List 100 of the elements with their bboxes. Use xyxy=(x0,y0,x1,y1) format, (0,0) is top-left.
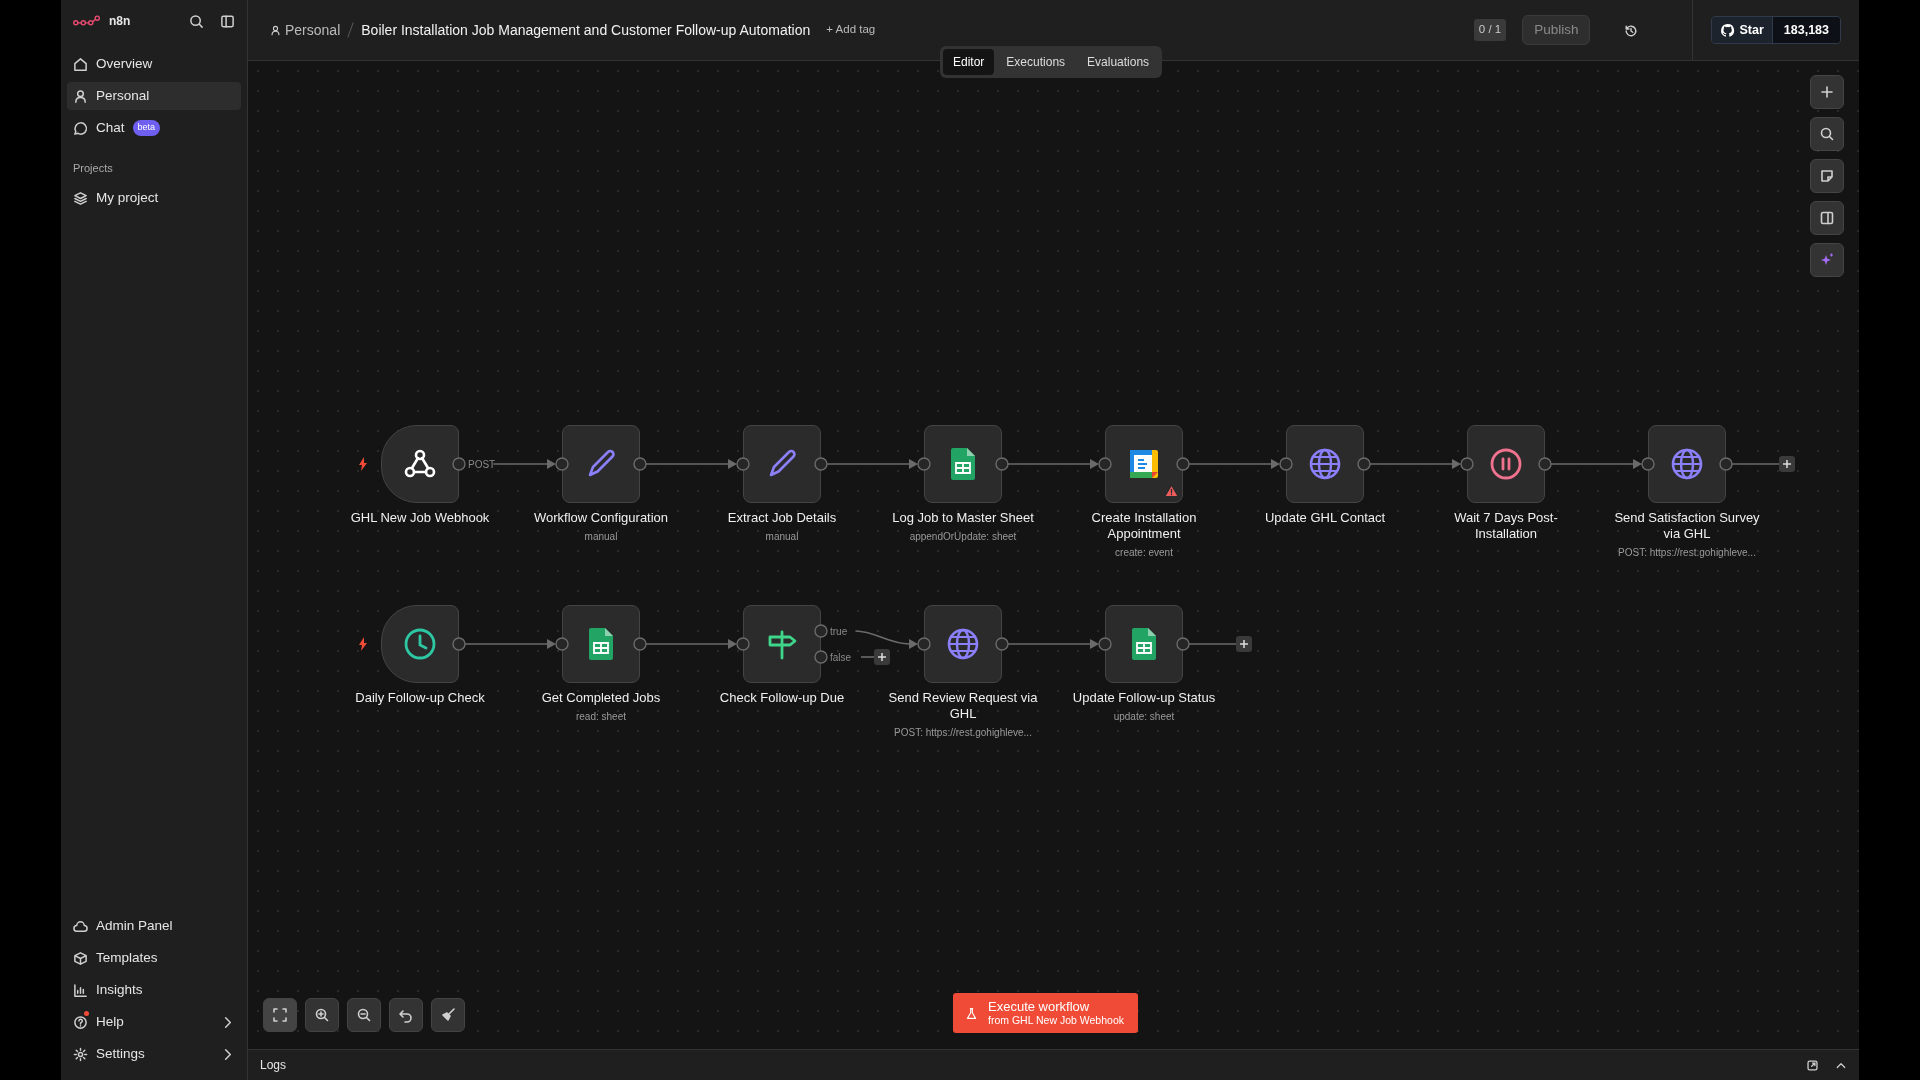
sidebar-item[interactable]: Admin Panel xyxy=(67,912,241,940)
output-handle[interactable] xyxy=(452,637,466,651)
output-handle[interactable] xyxy=(633,637,647,651)
reset-zoom-button[interactable] xyxy=(389,998,423,1032)
sidebar-item[interactable]: Help xyxy=(67,1008,241,1036)
connection-label: true xyxy=(830,625,848,637)
node-title: Send Review Request via GHL xyxy=(887,690,1039,722)
workflow-node[interactable] xyxy=(924,425,1002,503)
workflow-node[interactable] xyxy=(562,425,640,503)
node-subtitle: appendOrUpdate: sheet xyxy=(908,530,1018,544)
input-handle[interactable] xyxy=(1098,457,1112,471)
search-button[interactable] xyxy=(1810,117,1844,151)
workflow-node[interactable] xyxy=(924,605,1002,683)
input-handle[interactable] xyxy=(1641,457,1655,471)
workflow-node[interactable] xyxy=(743,425,821,503)
zoom-in-button[interactable] xyxy=(305,998,339,1032)
undo-icon xyxy=(398,1007,414,1023)
input-handle[interactable] xyxy=(555,457,569,471)
sticky-note-button[interactable] xyxy=(1810,159,1844,193)
sidebar-item[interactable]: Chat beta xyxy=(67,114,241,142)
ai-assistant-button[interactable] xyxy=(1810,243,1844,277)
breadcrumb-link[interactable]: Personal xyxy=(270,19,341,41)
broom-icon xyxy=(440,1007,456,1023)
output-handle[interactable] xyxy=(1538,457,1552,471)
node-title: Get Completed Jobs xyxy=(540,690,662,706)
workflow-node[interactable] xyxy=(381,425,459,503)
input-handle[interactable] xyxy=(917,637,931,651)
add-tag-button[interactable]: + Add tag xyxy=(826,21,876,39)
view-tab[interactable]: Executions xyxy=(996,49,1076,75)
version-counter: 0 / 1 xyxy=(1473,19,1507,41)
sidebar-item[interactable]: Templates xyxy=(67,944,241,972)
zoom-out-button[interactable] xyxy=(347,998,381,1032)
node-subtitle: POST: https://rest.gohighleve... xyxy=(1617,546,1757,560)
package-icon xyxy=(73,950,88,966)
workflow-node[interactable] xyxy=(1286,425,1364,503)
section-heading: Projects xyxy=(73,161,114,176)
github-star-button[interactable]: Star 183,183 xyxy=(1711,15,1841,45)
output-handle[interactable] xyxy=(1176,637,1190,651)
search-icon xyxy=(189,14,204,30)
workflow-title: Boiler Installation Job Management and Customer Follow-up Automation xyxy=(361,20,811,40)
workflow-node[interactable] xyxy=(381,605,459,683)
add-node-button[interactable] xyxy=(1779,456,1795,472)
input-handle[interactable] xyxy=(555,637,569,651)
cloud-icon xyxy=(73,918,88,934)
node-title: Create Installation Appointment xyxy=(1090,510,1198,542)
input-handle[interactable] xyxy=(736,457,750,471)
bar-chart-icon xyxy=(73,982,88,998)
user-icon xyxy=(270,24,281,36)
node-title: GHL New Job Webhook xyxy=(349,510,491,526)
node-title: Update Follow-up Status xyxy=(1071,690,1217,706)
workflow-node[interactable] xyxy=(1467,425,1545,503)
zoom-out-icon xyxy=(356,1007,372,1023)
add-node-button[interactable] xyxy=(874,649,890,665)
panel-toggle-button[interactable] xyxy=(1810,201,1844,235)
sidebar-item[interactable]: My project xyxy=(67,184,241,213)
sidebar-item[interactable]: Settings xyxy=(67,1040,241,1068)
output-handle[interactable] xyxy=(1176,457,1190,471)
input-handle[interactable] xyxy=(736,637,750,651)
search-icon xyxy=(1819,126,1835,142)
brand-name: n8n xyxy=(109,13,131,30)
output-handle[interactable] xyxy=(814,624,828,638)
tidy-up-button[interactable] xyxy=(431,998,465,1032)
node-title: Extract Job Details xyxy=(726,510,838,526)
input-handle[interactable] xyxy=(1279,457,1293,471)
workflow-node[interactable] xyxy=(743,605,821,683)
view-tab[interactable]: Editor xyxy=(943,49,995,75)
output-handle[interactable] xyxy=(814,650,828,664)
node-title: Daily Follow-up Check xyxy=(354,690,486,706)
view-tab[interactable]: Evaluations xyxy=(1077,49,1160,75)
fit-view-button[interactable] xyxy=(263,998,297,1032)
history-icon xyxy=(1624,23,1639,38)
output-handle[interactable] xyxy=(995,457,1009,471)
workflow-node[interactable] xyxy=(1105,605,1183,683)
add-node-button[interactable] xyxy=(1236,636,1252,652)
input-handle[interactable] xyxy=(1460,457,1474,471)
output-handle[interactable] xyxy=(633,457,647,471)
workflow-node[interactable] xyxy=(1105,425,1183,503)
output-handle[interactable] xyxy=(452,457,466,471)
output-handle[interactable] xyxy=(1357,457,1371,471)
output-handle[interactable] xyxy=(1719,457,1733,471)
output-handle[interactable] xyxy=(814,457,828,471)
execute-workflow-button[interactable]: Execute workflow from GHL New Job Webhook xyxy=(953,993,1138,1033)
pop-out-icon xyxy=(1806,1059,1819,1073)
node-subtitle: POST: https://rest.gohighleve... xyxy=(893,726,1033,740)
output-handle[interactable] xyxy=(995,637,1009,651)
sidebar-item[interactable]: Overview xyxy=(67,50,241,78)
node-subtitle: update: sheet xyxy=(1112,710,1176,724)
workflow-node[interactable] xyxy=(562,605,640,683)
chat-icon xyxy=(73,120,88,136)
user-icon xyxy=(73,88,88,104)
node-title: Wait 7 Days Post-Installation xyxy=(1453,510,1559,542)
input-handle[interactable] xyxy=(1098,637,1112,651)
sidebar-item[interactable]: Insights xyxy=(67,976,241,1004)
workflow-node[interactable] xyxy=(1648,425,1726,503)
panel-icon xyxy=(1819,210,1835,226)
connection-label: POST xyxy=(468,458,496,470)
layers-icon xyxy=(73,191,88,206)
add-button[interactable] xyxy=(1810,75,1844,109)
input-handle[interactable] xyxy=(917,457,931,471)
sidebar-item[interactable]: Personal xyxy=(67,82,241,110)
